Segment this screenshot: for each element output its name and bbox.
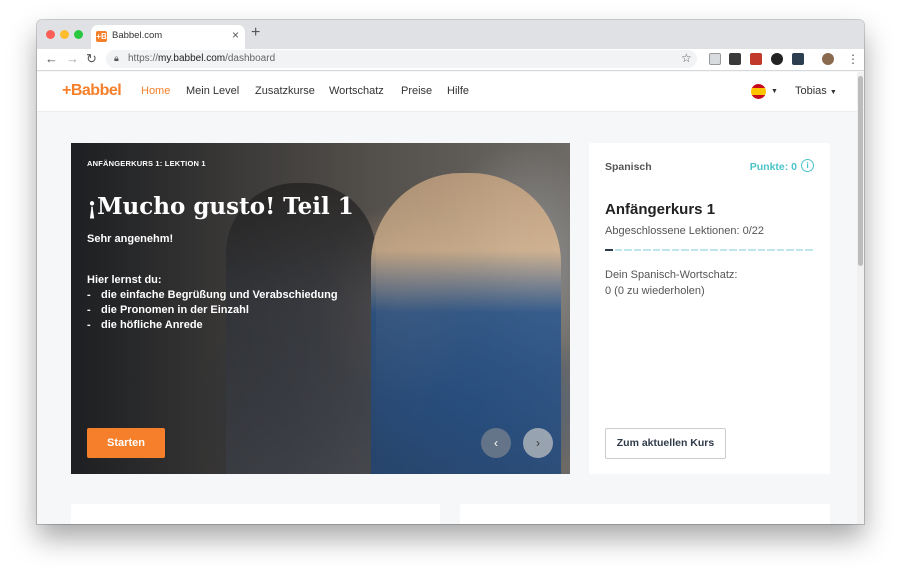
minimize-window-button[interactable] (60, 30, 69, 39)
close-window-button[interactable] (46, 30, 55, 39)
progress-segment (710, 249, 718, 251)
progress-segment (719, 249, 728, 251)
course-language: Spanisch (605, 161, 652, 173)
learn-item: - die Pronomen in der Einzahl (87, 304, 249, 316)
bottom-card (71, 504, 440, 524)
course-card: Spanisch Punkte: 0 i Anfängerkurs 1 Abge… (589, 143, 830, 474)
tab-title: Babbel.com (112, 30, 163, 41)
progress-segment (700, 249, 708, 251)
info-icon[interactable]: i (801, 159, 814, 172)
progress-segment (776, 249, 785, 251)
lesson-kicker: ANFÄNGERKURS 1: LEKTION 1 (87, 159, 206, 168)
close-tab-icon[interactable]: × (232, 28, 239, 42)
nav-wortschatz[interactable]: Wortschatz (329, 85, 384, 97)
progress-segment (757, 249, 766, 251)
progress-segment (767, 249, 775, 251)
language-caret-icon[interactable]: ▼ (771, 88, 778, 95)
learn-list: - die einfache Begrüßung und Verabschiedu… (87, 288, 338, 333)
nav-zusatzkurse[interactable]: Zusatzkurse (255, 85, 315, 97)
bottom-card (460, 504, 830, 524)
progress-segment (624, 249, 632, 251)
lesson-progress-bar (605, 249, 813, 251)
babbel-logo[interactable]: +Babbel (62, 82, 122, 100)
reload-icon[interactable]: ↻ (86, 51, 97, 67)
lesson-hero: ANFÄNGERKURS 1: LEKTION 1 ¡Mucho gusto! … (71, 143, 570, 474)
scrollbar-thumb[interactable] (858, 76, 863, 266)
pocket-extension-icon[interactable] (729, 53, 741, 65)
browser-tab[interactable]: +B Babbel.com × (91, 25, 245, 49)
progress-segment (652, 249, 661, 251)
extension-icon[interactable] (771, 53, 783, 65)
progress-segment (633, 249, 642, 251)
vocab-label: Dein Spanisch-Wortschatz: (605, 269, 738, 281)
browser-menu-icon[interactable]: ⋮ (847, 52, 859, 66)
progress-segment (738, 249, 747, 251)
progress-segment (795, 249, 804, 251)
course-title: Anfängerkurs 1 (605, 201, 716, 218)
progress-segment (729, 249, 737, 251)
page-content: +Babbel Home Mein Level Zusatzkurse Wort… (37, 72, 857, 524)
page-scrollbar[interactable] (857, 72, 864, 524)
progress-segment (681, 249, 689, 251)
babbel-favicon-icon: +B (96, 31, 107, 42)
lesson-title: ¡Mucho gusto! Teil 1 (87, 193, 354, 220)
completed-lessons: Abgeschlossene Lektionen: 0/22 (605, 225, 765, 237)
learn-item: - die einfache Begrüßung und Verabschiedu… (87, 289, 338, 301)
reader-extension-icon[interactable] (709, 53, 721, 65)
lesson-subtitle: Sehr angenehm! (87, 233, 174, 245)
nav-preise[interactable]: Preise (401, 85, 432, 97)
carousel-next-icon[interactable]: › (523, 428, 553, 458)
nav-mein-level[interactable]: Mein Level (186, 85, 239, 97)
points-label: Punkte: 0 (749, 161, 797, 173)
progress-segment (662, 249, 670, 251)
extension-icon[interactable] (792, 53, 804, 65)
extension-icon[interactable] (750, 53, 762, 65)
new-tab-icon[interactable]: + (251, 24, 260, 42)
lock-icon: 🔒︎ (114, 53, 119, 63)
nav-hilfe[interactable]: Hilfe (447, 85, 469, 97)
progress-segment (671, 249, 680, 251)
site-navbar: +Babbel Home Mein Level Zusatzkurse Wort… (37, 72, 857, 112)
carousel-prev-icon[interactable]: ‹ (481, 428, 511, 458)
vocab-value: 0 (0 zu wiederholen) (605, 285, 705, 297)
browser-window: +B Babbel.com × + ← → ↻ 🔒︎ https://my.ba… (37, 20, 864, 524)
spain-flag-icon[interactable] (751, 84, 766, 99)
learn-item: - die höfliche Anrede (87, 319, 203, 331)
user-menu[interactable]: Tobias ▼ (795, 85, 837, 97)
bookmark-star-icon[interactable]: ☆ (681, 51, 692, 65)
learn-heading: Hier lernst du: (87, 274, 162, 286)
start-lesson-button[interactable]: Starten (87, 428, 165, 458)
progress-segment (786, 249, 794, 251)
progress-segment (614, 249, 623, 251)
profile-avatar-icon[interactable] (822, 53, 834, 65)
tab-strip: +B Babbel.com × + (37, 20, 864, 49)
maximize-window-button[interactable] (74, 30, 83, 39)
progress-segment (643, 249, 651, 251)
back-icon[interactable]: ← (45, 51, 58, 66)
progress-segment (805, 249, 813, 251)
progress-segment (605, 249, 613, 251)
progress-segment (748, 249, 756, 251)
current-course-button[interactable]: Zum aktuellen Kurs (605, 428, 726, 459)
url-text: https://my.babbel.com/dashboard (128, 53, 276, 64)
nav-home[interactable]: Home (141, 85, 170, 97)
address-bar[interactable]: 🔒︎ https://my.babbel.com/dashboard (106, 50, 697, 68)
browser-toolbar: ← → ↻ 🔒︎ https://my.babbel.com/dashboard… (37, 49, 864, 71)
progress-segment (690, 249, 699, 251)
forward-icon[interactable]: → (66, 51, 79, 66)
